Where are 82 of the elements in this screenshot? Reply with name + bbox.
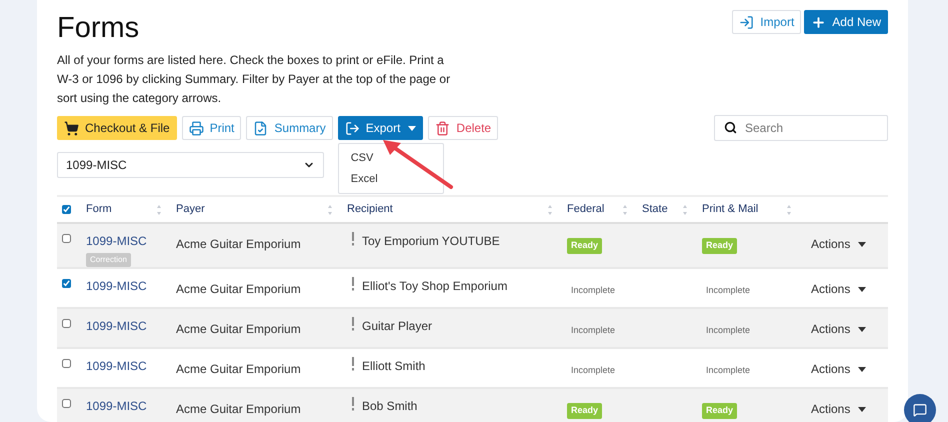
actions-dropdown[interactable]: Actions — [811, 400, 866, 418]
actions-dropdown[interactable]: Actions — [811, 280, 866, 298]
sort-icon — [682, 204, 688, 216]
payer-text: Acme Guitar Emporium — [176, 402, 301, 416]
caret-icon — [858, 242, 866, 246]
form-link[interactable]: 1099-MISC — [86, 357, 147, 375]
row-checkbox[interactable] — [62, 399, 71, 408]
delete-button[interactable]: Delete — [428, 116, 498, 140]
export-button[interactable]: Export — [338, 116, 424, 140]
trash-icon — [435, 120, 450, 136]
form-type-select[interactable]: 1099-MISC — [57, 152, 324, 178]
caret-icon — [858, 326, 866, 332]
status-text: Incomplete — [571, 325, 616, 335]
menu-item[interactable]: CSV — [338, 148, 443, 168]
warning-icon — [351, 317, 355, 331]
column-header[interactable]: Recipient — [347, 201, 393, 218]
sort-icon — [786, 204, 792, 216]
search-icon — [724, 121, 737, 134]
printer-icon — [188, 120, 204, 136]
actions-dropdown[interactable]: Actions — [811, 320, 866, 338]
status-text: Incomplete — [706, 285, 750, 295]
status-text: Incomplete — [571, 285, 616, 295]
summary-button[interactable]: Summary — [246, 116, 333, 140]
column-header[interactable]: Federal — [567, 201, 604, 218]
select-all-checkbox[interactable] — [62, 205, 71, 214]
recipient-text: Guitar Player — [362, 318, 432, 335]
page-description: All of your forms are listed here. Check the boxes to print or eFile. Print a W-3 or 1096 by clicking Summary. Filter by Payer at the top of the page or sort using the category arrows. — [57, 52, 452, 107]
actions-dropdown[interactable]: Actions — [811, 360, 866, 378]
import-button[interactable]: Import — [732, 10, 802, 34]
payer-text: Acme Guitar Emporium — [176, 282, 301, 296]
status-text: Incomplete — [706, 365, 750, 375]
document-check-icon — [253, 120, 268, 136]
ready-badge: Ready — [567, 403, 602, 418]
checkout-button[interactable]: Checkout & File — [57, 116, 177, 140]
search-field[interactable]: Search — [714, 115, 888, 141]
ready-badge: Ready — [702, 403, 738, 418]
row-checkbox[interactable] — [62, 234, 71, 243]
ready-badge: Ready — [702, 238, 738, 254]
sort-icon — [622, 204, 628, 216]
form-link[interactable]: 1099-MISC — [86, 317, 147, 335]
page-title: Forms — [57, 14, 140, 43]
menu-item[interactable]: Excel — [338, 168, 443, 189]
form-link[interactable]: 1099-MISC — [86, 397, 147, 415]
recipient-text: Toy Emporium YOUTUBE — [362, 233, 500, 250]
sort-icon — [156, 204, 162, 216]
payer-text: Acme Guitar Emporium — [176, 322, 301, 336]
chat-button[interactable] — [904, 394, 936, 422]
sort-icon — [327, 204, 333, 216]
column-header[interactable]: State — [642, 201, 668, 218]
recipient-text: Elliott Smith — [362, 358, 426, 375]
caret-icon — [858, 286, 866, 292]
status-text: Incomplete — [706, 325, 750, 335]
warning-icon — [351, 277, 355, 291]
warning-icon — [351, 397, 355, 411]
export-icon — [344, 120, 360, 136]
column-header[interactable]: Print & Mail — [702, 201, 758, 218]
form-link[interactable]: 1099-MISC — [86, 232, 147, 250]
column-header[interactable]: Payer — [176, 201, 205, 218]
caret-icon — [858, 366, 866, 372]
add-button[interactable]: Add New — [804, 10, 888, 34]
sort-icon — [547, 204, 553, 216]
import-icon — [739, 14, 754, 30]
payer-text: Acme Guitar Emporium — [176, 237, 301, 251]
chat-icon — [913, 403, 927, 417]
print-button[interactable]: Print — [182, 116, 242, 140]
status-text: Incomplete — [571, 365, 616, 375]
actions-dropdown[interactable]: Actions — [811, 235, 866, 253]
form-link[interactable]: 1099-MISC — [86, 277, 147, 295]
recipient-text: Elliot's Toy Shop Emporium — [362, 278, 508, 295]
row-checkbox[interactable] — [62, 319, 71, 328]
caret-icon — [408, 126, 416, 130]
cart-icon — [64, 120, 79, 136]
recipient-text: Bob Smith — [362, 398, 418, 415]
payer-text: Acme Guitar Emporium — [176, 362, 301, 376]
plus-icon — [811, 14, 826, 30]
row-checkbox[interactable] — [62, 359, 71, 368]
column-header[interactable]: Form — [86, 201, 112, 218]
warning-icon — [351, 357, 355, 371]
caret-icon — [858, 406, 866, 412]
row-checkbox[interactable] — [62, 279, 71, 288]
ready-badge: Ready — [567, 238, 602, 254]
warning-icon — [351, 232, 355, 246]
